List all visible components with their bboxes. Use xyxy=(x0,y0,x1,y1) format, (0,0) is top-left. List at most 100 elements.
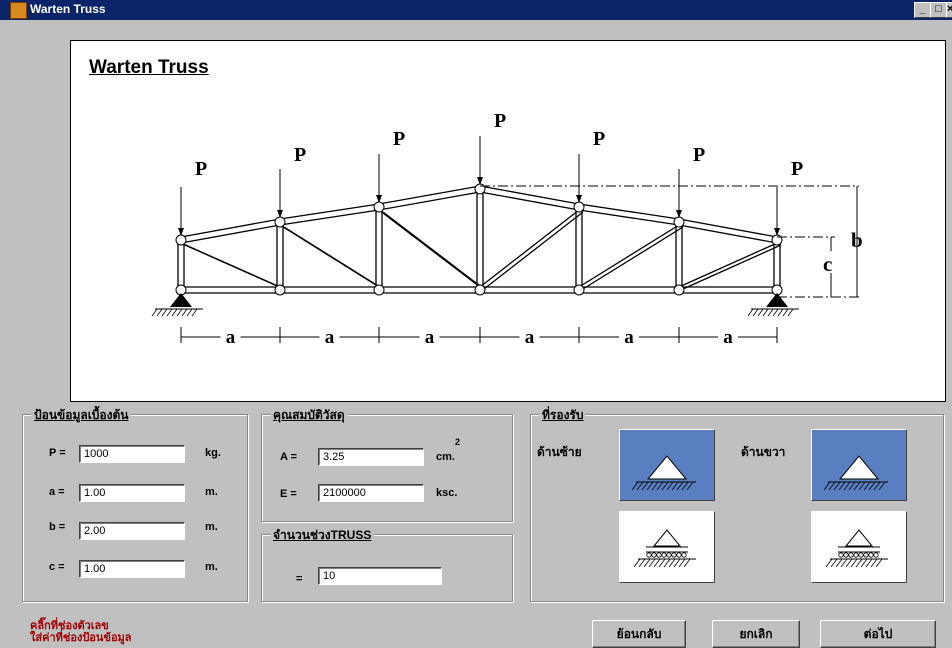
ground-hatch xyxy=(656,481,664,491)
basic-input-label: ป้อนข้อมูลเบื้องต้น xyxy=(31,406,132,425)
a-input[interactable]: 1.00 xyxy=(79,484,185,502)
pinned-support-icon xyxy=(823,455,888,491)
diagonal-member xyxy=(382,211,485,290)
roller xyxy=(676,552,682,558)
ground-hatch xyxy=(823,481,831,491)
left-support-label: ด้านซ้าย xyxy=(537,445,582,459)
ground-hatch xyxy=(828,481,836,491)
ground-hatch xyxy=(661,481,669,491)
area-unit-exponent: 2 xyxy=(455,437,461,447)
ground-hatch xyxy=(636,481,644,491)
hint-line-1: คลิ๊กที่ช่องตัวเลข xyxy=(30,620,109,632)
area-label: A = xyxy=(280,451,298,463)
window-title: Warten Truss xyxy=(30,2,106,16)
basic-input-group: ป้อนข้อมูลเบื้องต้น P = 1000 kg. a = 1.0… xyxy=(22,406,248,602)
roller xyxy=(651,552,657,558)
ground-hatch xyxy=(678,558,686,568)
support-hatch xyxy=(747,308,754,317)
top-chord xyxy=(279,203,380,220)
ground-hatch xyxy=(651,481,659,491)
joint-node xyxy=(373,201,385,213)
modulus-unit: ksc. xyxy=(436,487,458,499)
support-hatch xyxy=(151,308,158,317)
p-input[interactable]: 1000 xyxy=(79,445,185,463)
load-label: P xyxy=(791,158,803,180)
right-pinned-support-option[interactable] xyxy=(811,429,907,501)
spans-equals: = xyxy=(296,573,303,585)
roller xyxy=(873,552,879,558)
minimize-button[interactable]: _ xyxy=(914,2,931,18)
top-chord xyxy=(578,209,680,226)
back-button[interactable]: ย้อนกลับ xyxy=(592,620,686,648)
right-roller-support-option[interactable] xyxy=(811,511,907,583)
roller xyxy=(661,552,667,558)
supports-label: ที่รองรับ xyxy=(539,406,587,425)
b-unit: m. xyxy=(205,521,218,533)
load-arrowhead xyxy=(774,228,780,236)
joint-node xyxy=(175,234,187,246)
ground-hatch xyxy=(673,558,681,568)
c-input[interactable]: 1.00 xyxy=(79,560,185,578)
ground-hatch xyxy=(658,558,666,568)
ground-hatch xyxy=(843,481,851,491)
ground-hatch xyxy=(643,558,651,568)
roller xyxy=(656,552,662,558)
b-input[interactable]: 2.00 xyxy=(79,522,185,540)
load-label: P xyxy=(593,128,605,150)
ground-hatch xyxy=(873,481,881,491)
roller-support-icon xyxy=(633,529,696,568)
close-button[interactable]: × xyxy=(946,2,952,18)
roller xyxy=(843,552,849,558)
diagonal-member xyxy=(184,244,285,290)
spans-label: จำนวนช่วงTRUSS xyxy=(270,526,375,545)
p-unit: kg. xyxy=(205,447,221,459)
modulus-input[interactable]: 2100000 xyxy=(318,484,424,502)
ground-hatch xyxy=(830,558,838,568)
span-label: a xyxy=(226,327,236,348)
joint-node xyxy=(373,284,385,296)
support-hatch xyxy=(787,308,794,317)
next-button[interactable]: ต่อไป xyxy=(820,620,936,648)
support-hatch xyxy=(171,308,178,317)
a-label: a = xyxy=(49,486,65,498)
spans-input[interactable]: 10 xyxy=(318,567,442,585)
diagonal-member xyxy=(483,211,584,290)
load-arrowhead xyxy=(576,195,582,203)
ground-hatch xyxy=(868,481,876,491)
support-hatch xyxy=(161,308,168,317)
roller xyxy=(853,552,859,558)
maximize-button[interactable]: □ xyxy=(930,2,947,18)
ground-hatch xyxy=(676,481,684,491)
support-hatch xyxy=(752,308,759,317)
ground-hatch xyxy=(833,481,841,491)
ground-hatch xyxy=(840,558,848,568)
joint-node xyxy=(573,201,585,213)
area-input[interactable]: 3.25 xyxy=(318,448,424,466)
support-hatch xyxy=(762,308,769,317)
joint-node xyxy=(474,284,486,296)
roller xyxy=(858,552,864,558)
ground-hatch xyxy=(681,481,689,491)
load-arrowhead xyxy=(376,195,382,203)
support-hatch xyxy=(772,308,779,317)
roller xyxy=(646,552,652,558)
load-label: P xyxy=(494,110,506,132)
support-hatch xyxy=(757,308,764,317)
ground-hatch xyxy=(663,558,671,568)
a-unit: m. xyxy=(205,486,218,498)
b-dimension-label: b xyxy=(851,228,863,252)
ground-hatch xyxy=(860,558,868,568)
roller xyxy=(681,552,687,558)
ground-hatch xyxy=(646,481,654,491)
left-roller-support-option[interactable] xyxy=(619,511,715,583)
truss-diagram: P P P P P P P a a a a a a bc xyxy=(151,110,863,348)
diagonal-member xyxy=(479,209,580,288)
ground-hatch xyxy=(648,558,656,568)
ground-hatch xyxy=(863,481,871,491)
left-pinned-support-option[interactable] xyxy=(619,429,715,501)
support-hatch xyxy=(166,308,173,317)
ground-hatch xyxy=(653,558,661,568)
cancel-button[interactable]: ยกเลิก xyxy=(712,620,800,648)
load-label: P xyxy=(195,158,207,180)
ground-hatch xyxy=(671,481,679,491)
